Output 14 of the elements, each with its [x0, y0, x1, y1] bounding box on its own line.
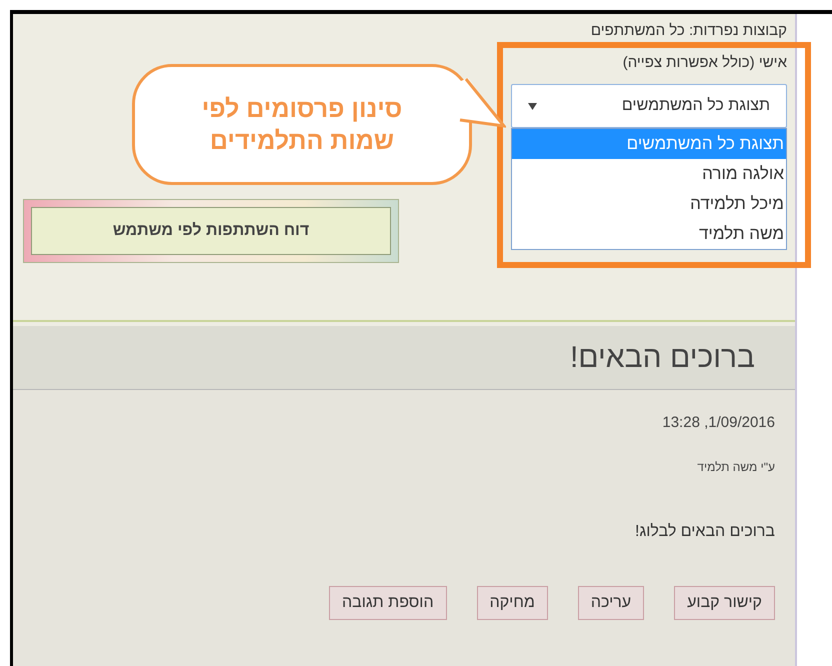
- post-author: ע"י משה תלמיד: [696, 458, 775, 476]
- post-title: ברוכים הבאים!: [570, 340, 755, 376]
- participation-report-button[interactable]: דוח השתתפות לפי משתמש: [23, 199, 399, 263]
- post-action-button[interactable]: קישור קבוע: [674, 586, 775, 620]
- post-action-button[interactable]: מחיקה: [476, 586, 548, 620]
- post-date: 1/09/2016, 13:28: [661, 413, 775, 433]
- post-action-button[interactable]: הוספת תגובה: [329, 586, 447, 620]
- group-mode-text: קבוצות נפרדות: כל המשתתפים: [590, 21, 787, 41]
- post-body: ברוכים הבאים לבלוג!: [634, 522, 775, 542]
- post-action-button[interactable]: עריכה: [578, 586, 644, 620]
- user-filter-select[interactable]: תצוגת כל המשתמשים: [511, 84, 787, 128]
- dropdown-arrow-icon: [528, 102, 537, 110]
- callout-bubble: סינון פרסומים לפי שמות התלמידים: [132, 64, 472, 185]
- filter-label: אישי (כולל אפשרות צפייה): [622, 52, 787, 72]
